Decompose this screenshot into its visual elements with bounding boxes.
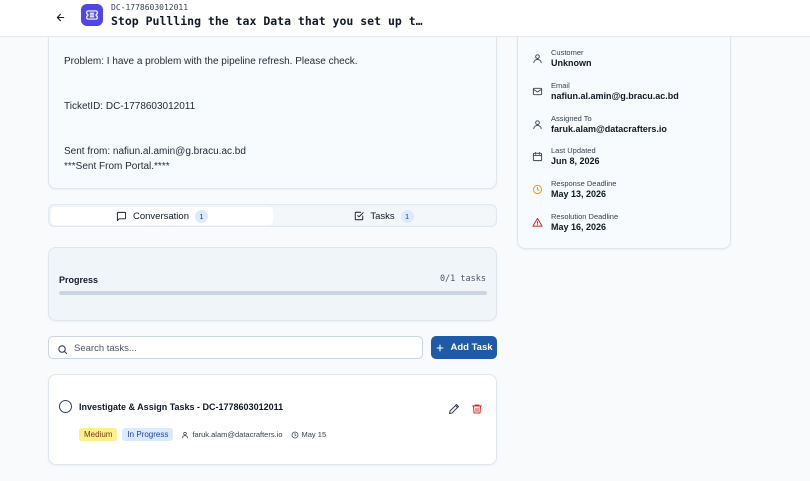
calendar-icon — [532, 149, 543, 167]
message-sent-from: Sent from: nafiun.al.amin@g.bracu.ac.bd — [64, 146, 246, 157]
task-assignee: faruk.alam@datacrafters.io — [181, 430, 283, 439]
top-bar: DC-1778603012011 Stop Pullling the tax D… — [0, 0, 810, 37]
ticket-title: Stop Pullling the tax Data that you set … — [111, 14, 423, 28]
tab-conversation-count: 1 — [194, 209, 208, 223]
search-box — [48, 336, 423, 359]
mail-icon — [532, 84, 543, 102]
search-icon — [57, 342, 68, 360]
user-icon — [532, 117, 543, 135]
task-due-text: May 15 — [301, 430, 327, 439]
detail-resolution-label: Resolution Deadline — [551, 212, 619, 221]
message-problem: Problem: I have a problem with the pipel… — [64, 56, 358, 67]
ticket-details-card: Customer Unknown Email nafiun.al.amin@g.… — [517, 30, 731, 249]
ticket-id: DC-1778603012011 — [111, 3, 189, 12]
status-badge: In Progress — [122, 428, 174, 441]
arrow-left-icon — [56, 13, 64, 21]
detail-assigned-label: Assigned To — [551, 114, 592, 123]
detail-assigned-value: faruk.alam@datacrafters.io — [551, 124, 667, 134]
user-icon — [182, 431, 189, 438]
detail-response-label: Response Deadline — [551, 179, 617, 188]
task-assignee-text: faruk.alam@datacrafters.io — [192, 430, 283, 439]
message-card: Problem: I have a problem with the pipel… — [48, 30, 497, 189]
trash-icon[interactable] — [471, 402, 483, 420]
search-input[interactable] — [74, 340, 414, 356]
clock-icon — [532, 182, 543, 200]
progress-card: Progress 0/1 tasks — [48, 247, 497, 321]
clock-icon — [291, 431, 298, 438]
task-due: May 15 — [291, 430, 327, 439]
pencil-icon[interactable] — [448, 402, 460, 420]
detail-resolution-value: May 16, 2026 — [551, 222, 607, 232]
message-ticket-id: TicketID: DC-1778603012011 — [64, 101, 196, 112]
task-card: Investigate & Assign Tasks - DC-17786030… — [48, 374, 497, 465]
message-square-icon — [116, 211, 127, 221]
detail-last-updated-value: Jun 8, 2026 — [551, 156, 600, 166]
back-button[interactable] — [50, 8, 70, 26]
add-task-button[interactable]: Add Task — [431, 336, 497, 359]
ticket-icon — [81, 4, 103, 26]
progress-bar — [59, 291, 487, 295]
detail-response-value: May 13, 2026 — [551, 189, 607, 199]
detail-customer-label: Customer — [551, 48, 584, 57]
progress-count: 0/1 tasks — [439, 274, 486, 284]
tab-conversation-label: Conversation — [133, 210, 189, 222]
user-icon — [532, 51, 543, 69]
tab-tasks-label: Tasks — [370, 210, 395, 222]
tab-bar: Conversation 1 Tasks 1 — [48, 204, 497, 227]
tab-tasks-count: 1 — [400, 209, 414, 223]
tab-tasks[interactable]: Tasks 1 — [273, 207, 495, 225]
detail-email-value: nafiun.al.amin@g.bracu.ac.bd — [551, 91, 679, 101]
task-title: Investigate & Assign Tasks - DC-17786030… — [79, 402, 284, 412]
priority-badge: Medium — [79, 428, 118, 441]
plus-icon — [437, 344, 444, 351]
detail-customer-value: Unknown — [551, 58, 592, 68]
detail-email-label: Email — [551, 81, 570, 90]
message-portal: ***Sent From Portal.**** — [64, 161, 170, 172]
progress-label: Progress — [59, 275, 99, 285]
task-meta: Medium In Progress faruk.alam@datacrafte… — [79, 428, 326, 441]
task-complete-toggle[interactable] — [59, 400, 72, 413]
alert-triangle-icon — [532, 215, 543, 233]
detail-last-updated-label: Last Updated — [551, 146, 596, 155]
check-square-icon — [355, 211, 364, 221]
add-task-label: Add Task — [450, 342, 493, 353]
tab-conversation[interactable]: Conversation 1 — [51, 207, 273, 225]
